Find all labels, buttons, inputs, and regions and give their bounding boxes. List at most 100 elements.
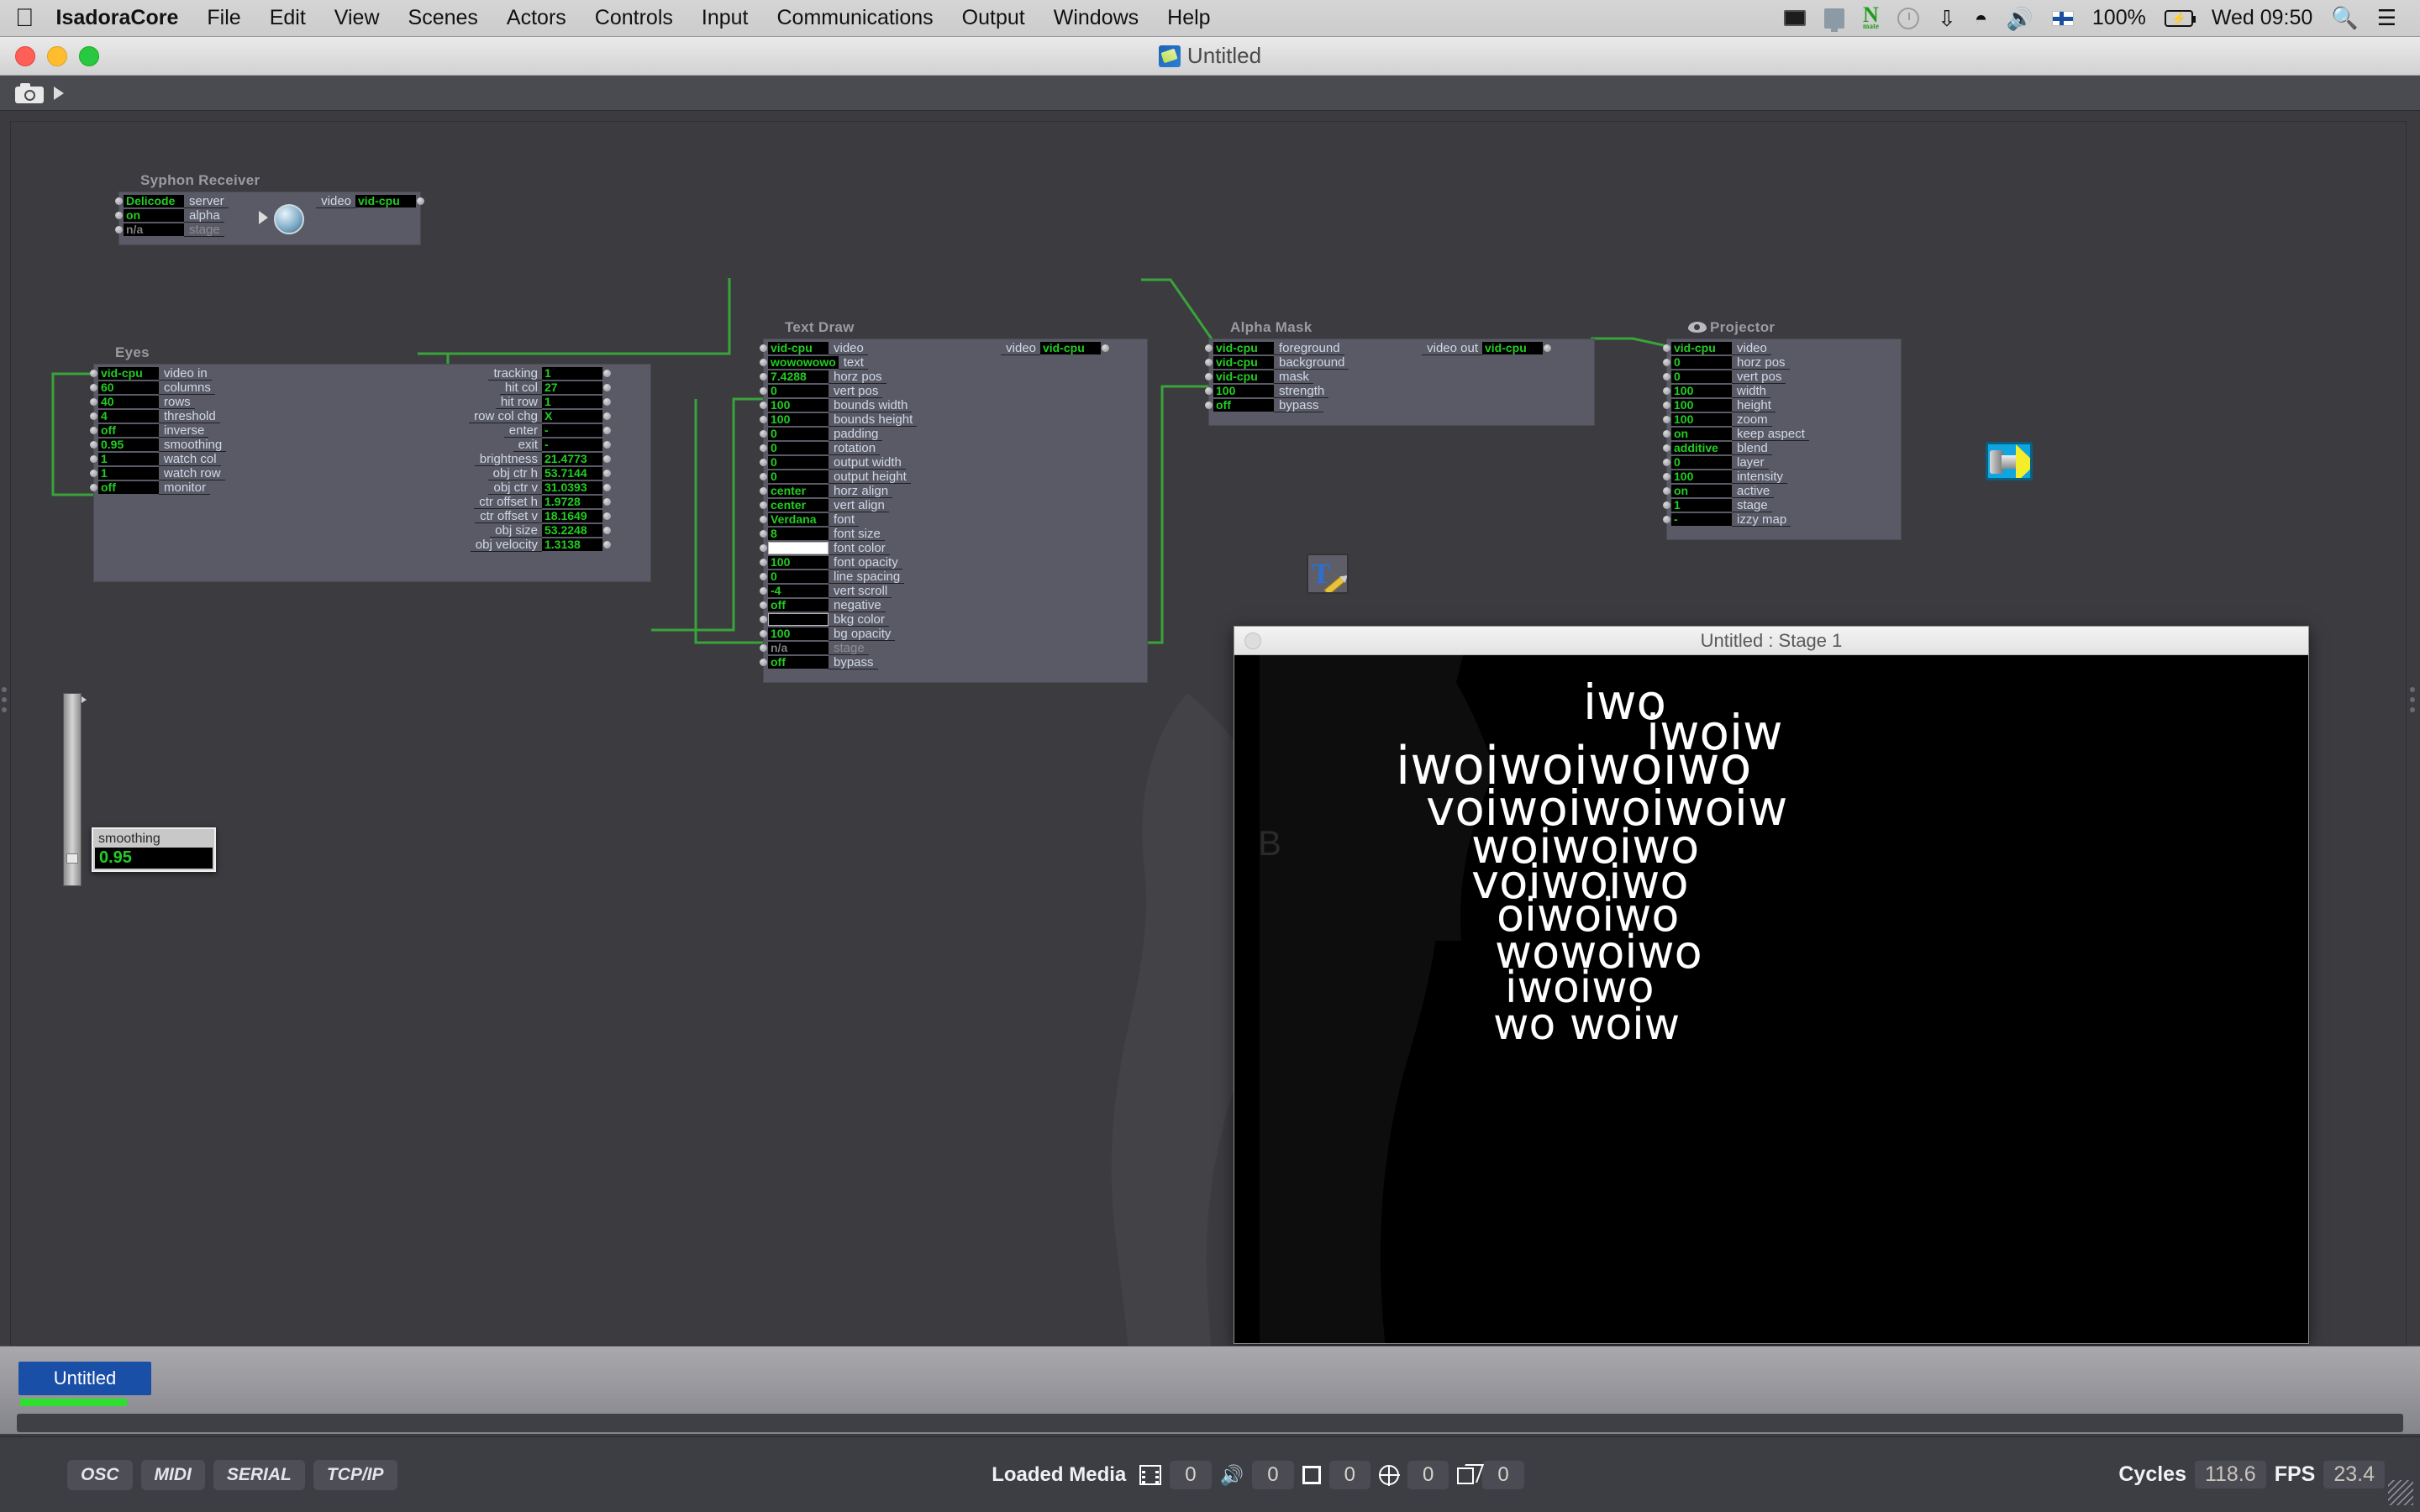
output-row-obj-velocity[interactable]: obj velocity 1.3138 xyxy=(469,538,611,552)
input-value-background[interactable]: vid-cpu xyxy=(1213,356,1274,369)
input-row-background[interactable]: vid-cpu background xyxy=(1205,355,1349,370)
syphon-expand-arrow-icon[interactable] xyxy=(259,211,268,224)
input-row-foreground[interactable]: vid-cpu foreground xyxy=(1205,341,1349,355)
output-row-ctr-offset-v[interactable]: ctr offset v 18.1649 xyxy=(469,509,611,523)
input-value-bounds-width[interactable]: 100 xyxy=(768,399,829,412)
menu-item-file[interactable]: File xyxy=(207,6,240,30)
output-row-video[interactable]: video vid-cpu xyxy=(316,194,424,208)
input-port-text[interactable] xyxy=(760,359,767,366)
output-value-row-col-chg[interactable]: X xyxy=(542,410,602,423)
input-value-server[interactable]: Delicode xyxy=(124,195,184,207)
output-port-video-out[interactable] xyxy=(1544,344,1551,352)
output-port-td-video[interactable] xyxy=(1102,344,1109,352)
input-row-font-opacity[interactable]: 100 font opacity xyxy=(760,555,917,570)
input-port-stage[interactable] xyxy=(115,226,123,234)
input-port-video-in[interactable] xyxy=(90,370,97,377)
input-port-pj-izzy-map[interactable] xyxy=(1663,516,1670,523)
input-row-td-bypass[interactable]: off bypass xyxy=(760,655,917,669)
input-value-pj-layer[interactable]: 0 xyxy=(1671,456,1732,469)
output-row-exit[interactable]: exit - xyxy=(469,438,611,452)
menu-item-windows[interactable]: Windows xyxy=(1054,6,1139,30)
play-triangle-icon[interactable] xyxy=(54,86,64,100)
input-port-mask[interactable] xyxy=(1205,373,1213,381)
menu-item-input[interactable]: Input xyxy=(702,6,749,30)
output-port-obj-velocity[interactable] xyxy=(603,541,611,549)
input-value-watch-col[interactable]: 1 xyxy=(98,453,159,465)
input-port-pj-zoom[interactable] xyxy=(1663,416,1670,423)
input-port-output-height[interactable] xyxy=(760,473,767,480)
input-port-font-opacity[interactable] xyxy=(760,559,767,566)
display-icon[interactable] xyxy=(1824,8,1844,32)
input-port-font-color[interactable] xyxy=(760,544,767,552)
menu-item-scenes[interactable]: Scenes xyxy=(408,6,478,30)
output-port-obj-ctr-v[interactable] xyxy=(603,484,611,491)
output-row-video-out[interactable]: video out vid-cpu xyxy=(1422,341,1551,355)
input-row-alpha[interactable]: on alpha xyxy=(115,208,229,223)
protocol-button-tcpip[interactable]: TCP/IP xyxy=(313,1459,397,1490)
input-value-am-bypass[interactable]: off xyxy=(1213,399,1274,412)
scene-list-bar[interactable]: Untitled xyxy=(0,1346,2420,1434)
input-row-vert-scroll[interactable]: -4 vert scroll xyxy=(760,584,917,598)
input-port-line-spacing[interactable] xyxy=(760,573,767,580)
menu-item-output[interactable]: Output xyxy=(962,6,1025,30)
output-row-tracking[interactable]: tracking 1 xyxy=(469,366,611,381)
input-port-pj-layer[interactable] xyxy=(1663,459,1670,466)
output-row-obj-size[interactable]: obj size 53.2248 xyxy=(469,523,611,538)
input-row-pj-vert-pos[interactable]: 0 vert pos xyxy=(1663,370,1809,384)
output-port-hit-col[interactable] xyxy=(603,384,611,391)
input-port-inverse[interactable] xyxy=(90,427,97,434)
input-port-foreground[interactable] xyxy=(1205,344,1213,352)
input-value-pj-active[interactable]: on xyxy=(1671,485,1732,497)
input-port-bkg-color[interactable] xyxy=(760,616,767,623)
output-port-obj-ctr-h[interactable] xyxy=(603,470,611,477)
actor-alpha-mask[interactable]: Alpha Mask vid-cpu foreground vid-cpu back… xyxy=(1205,319,1783,426)
output-port-ctr-offset-h[interactable] xyxy=(603,498,611,506)
output-row-hit-col[interactable]: hit col 27 xyxy=(469,381,611,395)
output-value-exit[interactable]: - xyxy=(542,438,602,451)
bluetooth-icon[interactable]: ⇩ xyxy=(1938,8,1956,29)
input-value-pj-width[interactable]: 100 xyxy=(1671,385,1732,397)
output-value-td-video[interactable]: vid-cpu xyxy=(1040,342,1101,354)
volume-icon[interactable]: 🔊 xyxy=(2007,8,2033,29)
input-row-video-in[interactable]: vid-cpu video in xyxy=(90,366,226,381)
output-port-tracking[interactable] xyxy=(603,370,611,377)
input-value-font-size[interactable]: 8 xyxy=(768,528,829,540)
input-port-pj-intensity[interactable] xyxy=(1663,473,1670,480)
input-row-line-spacing[interactable]: 0 line spacing xyxy=(760,570,917,584)
input-value-pj-vert-pos[interactable]: 0 xyxy=(1671,370,1732,383)
input-port-pj-height[interactable] xyxy=(1663,402,1670,409)
input-port-watch-col[interactable] xyxy=(90,455,97,463)
input-row-pj-keep-aspect[interactable]: on keep aspect xyxy=(1663,427,1809,441)
input-port-threshold[interactable] xyxy=(90,412,97,420)
input-port-server[interactable] xyxy=(115,197,123,205)
input-value-video[interactable]: vid-cpu xyxy=(768,342,829,354)
input-value-bkg-color-swatch[interactable] xyxy=(768,613,829,626)
input-row-pj-height[interactable]: 100 height xyxy=(1663,398,1809,412)
input-row-font-color[interactable]: font color xyxy=(760,541,917,555)
output-row-row-col-chg[interactable]: row col chg X xyxy=(469,409,611,423)
input-value-pj-keep-aspect[interactable]: on xyxy=(1671,428,1732,440)
output-port-brightness[interactable] xyxy=(603,455,611,463)
actor-body-alpha-mask[interactable]: vid-cpu foreground vid-cpu background vid-… xyxy=(1205,339,1783,426)
input-row-stage[interactable]: n/a stage xyxy=(115,223,229,237)
input-row-monitor[interactable]: off monitor xyxy=(90,480,226,495)
output-row-obj-ctr-v[interactable]: obj ctr v 31.0393 xyxy=(469,480,611,495)
input-port-pj-active[interactable] xyxy=(1663,487,1670,495)
actor-body-projector[interactable]: vid-cpu video 0 horz pos 0 vert pos 100 widt… xyxy=(1663,339,2033,540)
output-row-obj-ctr-h[interactable]: obj ctr h 53.7144 xyxy=(469,466,611,480)
input-row-pj-izzy-map[interactable]: - izzy map xyxy=(1663,512,1809,527)
input-port-vert-pos[interactable] xyxy=(760,387,767,395)
input-port-watch-row[interactable] xyxy=(90,470,97,477)
input-port-negative[interactable] xyxy=(760,601,767,609)
actor-syphon-receiver[interactable]: Syphon Receiver Delicode server on alpha xyxy=(115,172,424,245)
input-port-pj-width[interactable] xyxy=(1663,387,1670,395)
input-port-background[interactable] xyxy=(1205,359,1213,366)
input-port-font[interactable] xyxy=(760,516,767,523)
input-row-negative[interactable]: off negative xyxy=(760,598,917,612)
output-value-hit-row[interactable]: 1 xyxy=(542,396,602,408)
input-port-td-bypass[interactable] xyxy=(760,659,767,666)
input-row-bounds-height[interactable]: 100 bounds height xyxy=(760,412,918,427)
input-row-pj-stage[interactable]: 1 stage xyxy=(1663,498,1809,512)
protocol-button-osc[interactable]: OSC xyxy=(67,1459,133,1490)
input-value-negative[interactable]: off xyxy=(768,599,829,612)
